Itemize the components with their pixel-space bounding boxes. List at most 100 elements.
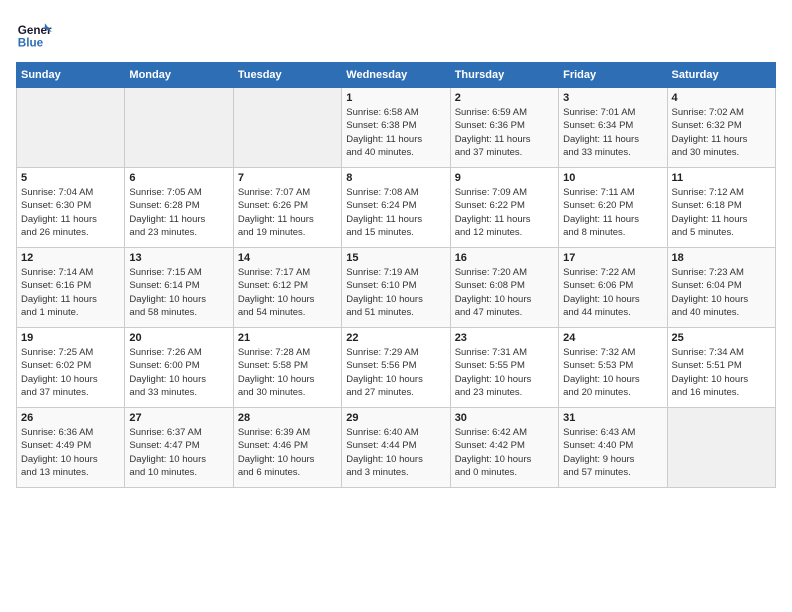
day-cell-26: 26 Sunrise: 6:36 AM Sunset: 4:49 PM Dayli…: [17, 408, 125, 488]
day-info: Sunrise: 6:42 AM Sunset: 4:42 PM Dayligh…: [455, 426, 554, 479]
day-info: Sunrise: 7:26 AM Sunset: 6:00 PM Dayligh…: [129, 346, 228, 399]
day-number: 9: [455, 172, 554, 184]
weekday-header-row: SundayMondayTuesdayWednesdayThursdayFrid…: [17, 63, 776, 88]
day-cell-1: 1 Sunrise: 6:58 AM Sunset: 6:38 PM Daylig…: [342, 88, 450, 168]
day-info: Sunrise: 7:01 AM Sunset: 6:34 PM Dayligh…: [563, 106, 662, 159]
week-row-1: 1 Sunrise: 6:58 AM Sunset: 6:38 PM Daylig…: [17, 88, 776, 168]
day-info: Sunrise: 7:28 AM Sunset: 5:58 PM Dayligh…: [238, 346, 337, 399]
logo: General Blue: [16, 16, 52, 52]
page-header: General Blue: [16, 16, 776, 52]
day-number: 11: [672, 172, 771, 184]
day-info: Sunrise: 7:05 AM Sunset: 6:28 PM Dayligh…: [129, 186, 228, 239]
logo-icon: General Blue: [16, 16, 52, 52]
day-number: 5: [21, 172, 120, 184]
day-cell-6: 6 Sunrise: 7:05 AM Sunset: 6:28 PM Daylig…: [125, 168, 233, 248]
day-cell-3: 3 Sunrise: 7:01 AM Sunset: 6:34 PM Daylig…: [559, 88, 667, 168]
day-info: Sunrise: 7:23 AM Sunset: 6:04 PM Dayligh…: [672, 266, 771, 319]
day-number: 4: [672, 92, 771, 104]
day-cell-11: 11 Sunrise: 7:12 AM Sunset: 6:18 PM Dayli…: [667, 168, 775, 248]
day-info: Sunrise: 6:43 AM Sunset: 4:40 PM Dayligh…: [563, 426, 662, 479]
day-cell-16: 16 Sunrise: 7:20 AM Sunset: 6:08 PM Dayli…: [450, 248, 558, 328]
day-info: Sunrise: 7:11 AM Sunset: 6:20 PM Dayligh…: [563, 186, 662, 239]
week-row-2: 5 Sunrise: 7:04 AM Sunset: 6:30 PM Daylig…: [17, 168, 776, 248]
day-number: 15: [346, 252, 445, 264]
day-info: Sunrise: 6:40 AM Sunset: 4:44 PM Dayligh…: [346, 426, 445, 479]
weekday-header-monday: Monday: [125, 63, 233, 88]
day-info: Sunrise: 7:12 AM Sunset: 6:18 PM Dayligh…: [672, 186, 771, 239]
day-cell-29: 29 Sunrise: 6:40 AM Sunset: 4:44 PM Dayli…: [342, 408, 450, 488]
day-info: Sunrise: 6:39 AM Sunset: 4:46 PM Dayligh…: [238, 426, 337, 479]
day-number: 3: [563, 92, 662, 104]
day-cell-7: 7 Sunrise: 7:07 AM Sunset: 6:26 PM Daylig…: [233, 168, 341, 248]
empty-cell: [233, 88, 341, 168]
weekday-header-tuesday: Tuesday: [233, 63, 341, 88]
day-number: 18: [672, 252, 771, 264]
day-info: Sunrise: 7:22 AM Sunset: 6:06 PM Dayligh…: [563, 266, 662, 319]
day-cell-12: 12 Sunrise: 7:14 AM Sunset: 6:16 PM Dayli…: [17, 248, 125, 328]
day-info: Sunrise: 7:07 AM Sunset: 6:26 PM Dayligh…: [238, 186, 337, 239]
day-info: Sunrise: 7:14 AM Sunset: 6:16 PM Dayligh…: [21, 266, 120, 319]
day-info: Sunrise: 6:37 AM Sunset: 4:47 PM Dayligh…: [129, 426, 228, 479]
day-cell-22: 22Sunrise: 7:29 AM Sunset: 5:56 PM Dayli…: [342, 328, 450, 408]
day-cell-2: 2 Sunrise: 6:59 AM Sunset: 6:36 PM Daylig…: [450, 88, 558, 168]
day-cell-25: 25 Sunrise: 7:34 AM Sunset: 5:51 PM Dayli…: [667, 328, 775, 408]
day-cell-21: 21 Sunrise: 7:28 AM Sunset: 5:58 PM Dayli…: [233, 328, 341, 408]
day-cell-13: 13Sunrise: 7:15 AM Sunset: 6:14 PM Dayli…: [125, 248, 233, 328]
day-number: 24: [563, 332, 662, 344]
day-cell-31: 31Sunrise: 6:43 AM Sunset: 4:40 PM Dayli…: [559, 408, 667, 488]
day-info: Sunrise: 7:17 AM Sunset: 6:12 PM Dayligh…: [238, 266, 337, 319]
day-number: 14: [238, 252, 337, 264]
day-info: Sunrise: 7:34 AM Sunset: 5:51 PM Dayligh…: [672, 346, 771, 399]
day-info: Sunrise: 7:02 AM Sunset: 6:32 PM Dayligh…: [672, 106, 771, 159]
day-number: 19: [21, 332, 120, 344]
day-number: 27: [129, 412, 228, 424]
day-info: Sunrise: 7:31 AM Sunset: 5:55 PM Dayligh…: [455, 346, 554, 399]
day-number: 8: [346, 172, 445, 184]
day-cell-15: 15 Sunrise: 7:19 AM Sunset: 6:10 PM Dayli…: [342, 248, 450, 328]
day-number: 2: [455, 92, 554, 104]
calendar-table: SundayMondayTuesdayWednesdayThursdayFrid…: [16, 62, 776, 488]
day-number: 6: [129, 172, 228, 184]
day-number: 7: [238, 172, 337, 184]
day-cell-10: 10Sunrise: 7:11 AM Sunset: 6:20 PM Dayli…: [559, 168, 667, 248]
weekday-header-sunday: Sunday: [17, 63, 125, 88]
day-number: 22: [346, 332, 445, 344]
day-info: Sunrise: 7:19 AM Sunset: 6:10 PM Dayligh…: [346, 266, 445, 319]
weekday-header-thursday: Thursday: [450, 63, 558, 88]
day-cell-8: 8Sunrise: 7:08 AM Sunset: 6:24 PM Daylig…: [342, 168, 450, 248]
empty-cell: [125, 88, 233, 168]
day-info: Sunrise: 7:04 AM Sunset: 6:30 PM Dayligh…: [21, 186, 120, 239]
week-row-5: 26 Sunrise: 6:36 AM Sunset: 4:49 PM Dayli…: [17, 408, 776, 488]
day-info: Sunrise: 7:15 AM Sunset: 6:14 PM Dayligh…: [129, 266, 228, 319]
day-number: 17: [563, 252, 662, 264]
day-number: 29: [346, 412, 445, 424]
day-number: 28: [238, 412, 337, 424]
day-info: Sunrise: 7:25 AM Sunset: 6:02 PM Dayligh…: [21, 346, 120, 399]
day-number: 21: [238, 332, 337, 344]
weekday-header-saturday: Saturday: [667, 63, 775, 88]
day-info: Sunrise: 6:58 AM Sunset: 6:38 PM Dayligh…: [346, 106, 445, 159]
day-number: 20: [129, 332, 228, 344]
day-number: 30: [455, 412, 554, 424]
week-row-3: 12 Sunrise: 7:14 AM Sunset: 6:16 PM Dayli…: [17, 248, 776, 328]
day-number: 16: [455, 252, 554, 264]
day-cell-5: 5 Sunrise: 7:04 AM Sunset: 6:30 PM Daylig…: [17, 168, 125, 248]
week-row-4: 19 Sunrise: 7:25 AM Sunset: 6:02 PM Dayli…: [17, 328, 776, 408]
day-info: Sunrise: 6:36 AM Sunset: 4:49 PM Dayligh…: [21, 426, 120, 479]
day-cell-27: 27 Sunrise: 6:37 AM Sunset: 4:47 PM Dayli…: [125, 408, 233, 488]
weekday-header-wednesday: Wednesday: [342, 63, 450, 88]
day-cell-24: 24 Sunrise: 7:32 AM Sunset: 5:53 PM Dayli…: [559, 328, 667, 408]
day-info: Sunrise: 6:59 AM Sunset: 6:36 PM Dayligh…: [455, 106, 554, 159]
day-number: 25: [672, 332, 771, 344]
day-info: Sunrise: 7:20 AM Sunset: 6:08 PM Dayligh…: [455, 266, 554, 319]
day-info: Sunrise: 7:32 AM Sunset: 5:53 PM Dayligh…: [563, 346, 662, 399]
day-cell-17: 17 Sunrise: 7:22 AM Sunset: 6:06 PM Dayli…: [559, 248, 667, 328]
day-number: 1: [346, 92, 445, 104]
day-cell-4: 4 Sunrise: 7:02 AM Sunset: 6:32 PM Daylig…: [667, 88, 775, 168]
day-number: 26: [21, 412, 120, 424]
day-cell-23: 23Sunrise: 7:31 AM Sunset: 5:55 PM Dayli…: [450, 328, 558, 408]
day-cell-9: 9Sunrise: 7:09 AM Sunset: 6:22 PM Daylig…: [450, 168, 558, 248]
day-cell-28: 28 Sunrise: 6:39 AM Sunset: 4:46 PM Dayli…: [233, 408, 341, 488]
day-number: 12: [21, 252, 120, 264]
empty-cell: [17, 88, 125, 168]
